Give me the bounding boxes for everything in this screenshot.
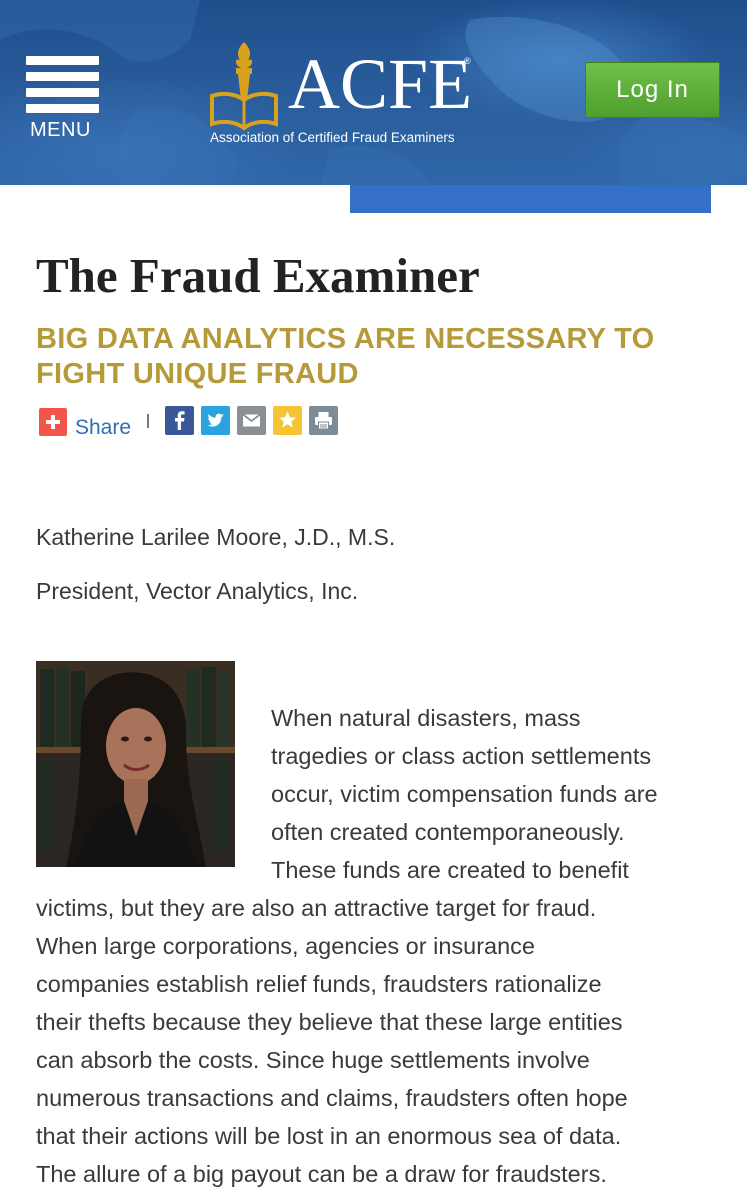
menu-button[interactable]: MENU [26,56,100,144]
author-name: Katherine Larilee Moore, J.D., M.S. [36,524,396,550]
body-line: The allure of a big payout can be a draw… [36,1161,607,1187]
registered-mark: ® [464,56,471,66]
body-line: often created contemporaneously. [271,819,625,845]
logo-tagline: Association of Certified Fraud Examiners [210,130,455,145]
hamburger-icon [26,56,99,65]
body-line: These funds are created to benefit [271,857,629,883]
email-icon[interactable] [237,406,266,435]
favorite-star-icon[interactable] [273,406,302,435]
body-line: victims, but they are also an attractive… [36,895,597,921]
author-photo [36,661,235,867]
body-line: When natural disasters, mass [271,705,581,731]
body-line: companies establish relief funds, frauds… [36,971,602,997]
accent-strip [350,185,711,213]
share-link[interactable]: Share [75,416,131,440]
body-line: can absorb the costs. Since huge settlem… [36,1047,590,1073]
hamburger-bar [26,104,99,113]
site-header: MENU ACFE ® Association of Certified Fra… [0,0,747,185]
menu-label: MENU [30,119,91,141]
body-line: occur, victim compensation funds are [271,781,658,807]
hamburger-bar [26,88,99,97]
acfe-logo[interactable]: ACFE ® Association of Certified Fraud Ex… [208,38,488,150]
twitter-icon[interactable] [201,406,230,435]
body-line: that their actions will be lost in an en… [36,1123,622,1149]
logo-wordmark: ACFE [288,44,473,124]
body-line: When large corporations, agencies or ins… [36,933,535,959]
body-line: their thefts because they believe that t… [36,1009,623,1035]
print-icon[interactable] [309,406,338,435]
plus-icon[interactable] [39,408,67,436]
author-title: President, Vector Analytics, Inc. [36,578,359,604]
body-line: tragedies or class action settlements [271,743,652,769]
torch-book-logo-icon [210,42,278,131]
article-headline: BIG DATA ANALYTICS ARE NECESSARY TO FIGH… [36,323,655,390]
body-line: numerous transactions and claims, frauds… [36,1085,628,1111]
login-button[interactable]: Log In [585,62,720,118]
share-divider [147,414,149,428]
facebook-icon[interactable] [165,406,194,435]
hamburger-bar [26,72,99,81]
publication-title: The Fraud Examiner [36,248,480,303]
share-toolbar: Share [39,406,359,440]
